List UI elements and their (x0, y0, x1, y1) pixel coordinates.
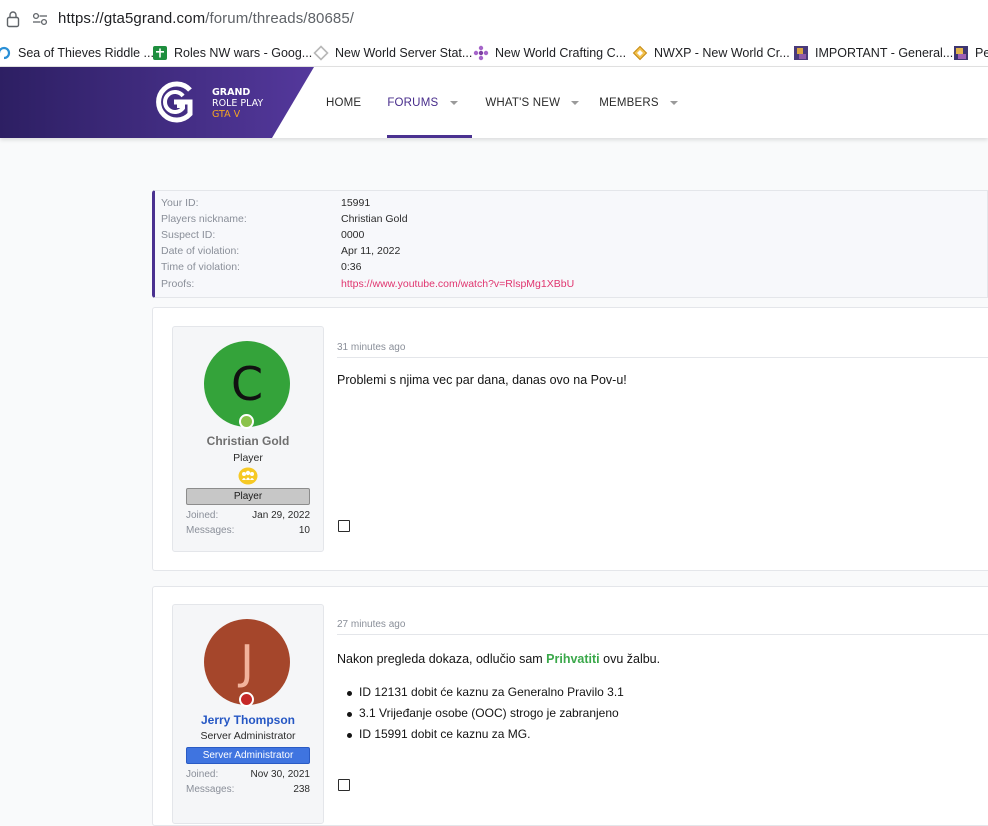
site-logo-text[interactable]: GRAND ROLE PLAY GTA V (212, 87, 263, 120)
nav-members-label: MEMBERS (599, 96, 659, 109)
list-item: 3.1 Vrijeđanje osobe (OOC) strogo je zab… (347, 706, 624, 727)
post-text: ovu žalbu. (599, 652, 661, 666)
online-status-icon (239, 414, 254, 429)
stat-value: 238 (293, 784, 310, 795)
list-item: ID 15991 dobit ce kaznu za MG. (347, 727, 624, 748)
user-title: Server Administrator (200, 730, 296, 742)
avatar-letter: J (240, 635, 254, 689)
joined-stat: Joined: Jan 29, 2022 (186, 510, 310, 524)
bookmark-item[interactable]: Sea of Thieves Riddle ... (0, 44, 154, 62)
proof-link[interactable]: https://www.youtube.com/watch?v=RlspMg1X… (341, 278, 574, 290)
info-value: 0:36 (341, 261, 362, 273)
site-logo-icon[interactable] (150, 81, 198, 123)
logo-line-2: ROLE PLAY (212, 98, 264, 109)
messages-stat: Messages: 10 (186, 525, 310, 539)
chevron-down-icon[interactable] (571, 100, 580, 105)
post-divider (337, 634, 988, 635)
avatar-letter: C (230, 357, 264, 411)
site-header: GRAND ROLE PLAY GTA V HOME FORUMS WHAT'S… (0, 67, 988, 138)
info-label: Time of violation: (161, 261, 240, 273)
info-value: 0000 (341, 229, 365, 241)
lock-icon[interactable] (6, 10, 20, 28)
main-nav: HOME FORUMS WHAT'S NEW MEMBERS (314, 67, 678, 138)
bookmark-item[interactable]: New World Crafting C... (473, 44, 626, 62)
sea-of-thieves-icon (0, 46, 11, 60)
bookmark-item[interactable]: IMPORTANT - General... (793, 44, 953, 62)
post-divider (337, 357, 988, 358)
bookmark-item[interactable]: New World Server Stat... (313, 44, 472, 62)
user-card: J Jerry Thompson Server Administrator Se… (172, 604, 324, 824)
post: C Christian Gold Player Player Joined: J… (152, 307, 988, 571)
appeal-info-block: Your ID: 15991 Players nickname: Christi… (152, 190, 988, 298)
post-content: Nakon pregleda dokaza, odlučio sam Prihv… (337, 652, 660, 666)
username[interactable]: Christian Gold (173, 434, 323, 448)
post-timestamp[interactable]: 27 minutes ago (337, 619, 405, 630)
list-item: ID 12131 dobit će kaznu za Generalno Pra… (347, 685, 624, 706)
messages-stat: Messages: 238 (186, 784, 310, 798)
stat-value: Nov 30, 2021 (250, 769, 311, 780)
bookmark-item[interactable]: Roles NW wars - Goog... (152, 44, 312, 62)
flower-icon (473, 45, 489, 61)
logo-line-1: GRAND (212, 87, 251, 98)
chevron-down-icon[interactable] (669, 100, 678, 105)
nav-members[interactable]: MEMBERS (599, 67, 678, 138)
user-title: Player (233, 452, 263, 464)
info-label: Date of violation: (161, 245, 240, 257)
stat-value: 10 (298, 525, 310, 536)
accepted-highlight: Prihvatiti (546, 652, 600, 666)
stat-value: Jan 29, 2022 (252, 510, 310, 521)
nav-home-label: HOME (326, 96, 362, 109)
info-label: Your ID: (161, 197, 199, 209)
nwxp-icon (632, 45, 648, 61)
game-avatar-icon (954, 46, 968, 60)
info-label: Suspect ID: (161, 229, 216, 241)
info-label: Proofs: (161, 278, 195, 290)
bookmark-item[interactable]: Pe (953, 44, 988, 62)
player-group-icon (238, 467, 258, 485)
stat-label: Messages: (186, 784, 235, 795)
game-avatar-icon (794, 46, 808, 60)
user-banner: Player (186, 488, 310, 505)
info-value: Christian Gold (341, 213, 408, 225)
user-banner: Server Administrator (186, 747, 310, 764)
info-label: Players nickname: (161, 213, 247, 225)
chevron-down-icon[interactable] (450, 100, 459, 105)
stat-label: Joined: (186, 769, 219, 780)
address-bar[interactable]: https://gta5grand.com/forum/threads/8068… (0, 0, 988, 38)
info-value: Apr 11, 2022 (341, 245, 401, 257)
site-settings-icon[interactable] (32, 12, 48, 26)
nav-home[interactable]: HOME (326, 67, 361, 138)
post-timestamp[interactable]: 31 minutes ago (337, 342, 405, 353)
bookmark-item[interactable]: NWXP - New World Cr... (632, 44, 790, 62)
post-bullet-list: ID 12131 dobit će kaznu za Generalno Pra… (347, 685, 624, 748)
username[interactable]: Jerry Thompson (173, 713, 323, 727)
nav-forums-label: FORUMS (387, 96, 439, 109)
stat-label: Messages: (186, 525, 235, 536)
select-post-checkbox[interactable] (338, 779, 350, 791)
stat-label: Joined: (186, 510, 219, 521)
post-content: Problemi s njima vec par dana, danas ovo… (337, 373, 627, 387)
bookmarks-bar: Sea of Thieves Riddle ... Roles NW wars … (0, 38, 988, 67)
post-text: Nakon pregleda dokaza, odlučio sam (337, 652, 547, 666)
sheets-icon (153, 46, 167, 60)
joined-stat: Joined: Nov 30, 2021 (186, 769, 310, 783)
select-post-checkbox[interactable] (338, 520, 350, 532)
nav-forums[interactable]: FORUMS (387, 67, 473, 138)
info-value: 15991 (341, 197, 371, 209)
nav-whats-new-label: WHAT'S NEW (485, 96, 561, 109)
post: J Jerry Thompson Server Administrator Se… (152, 586, 988, 826)
online-status-icon (239, 692, 254, 707)
nav-whats-new[interactable]: WHAT'S NEW (485, 67, 580, 138)
url-text[interactable]: https://gta5grand.com/forum/threads/8068… (58, 10, 354, 27)
logo-line-3: GTA V (212, 109, 241, 120)
user-card: C Christian Gold Player Player Joined: J… (172, 326, 324, 552)
diamond-icon (313, 45, 329, 61)
